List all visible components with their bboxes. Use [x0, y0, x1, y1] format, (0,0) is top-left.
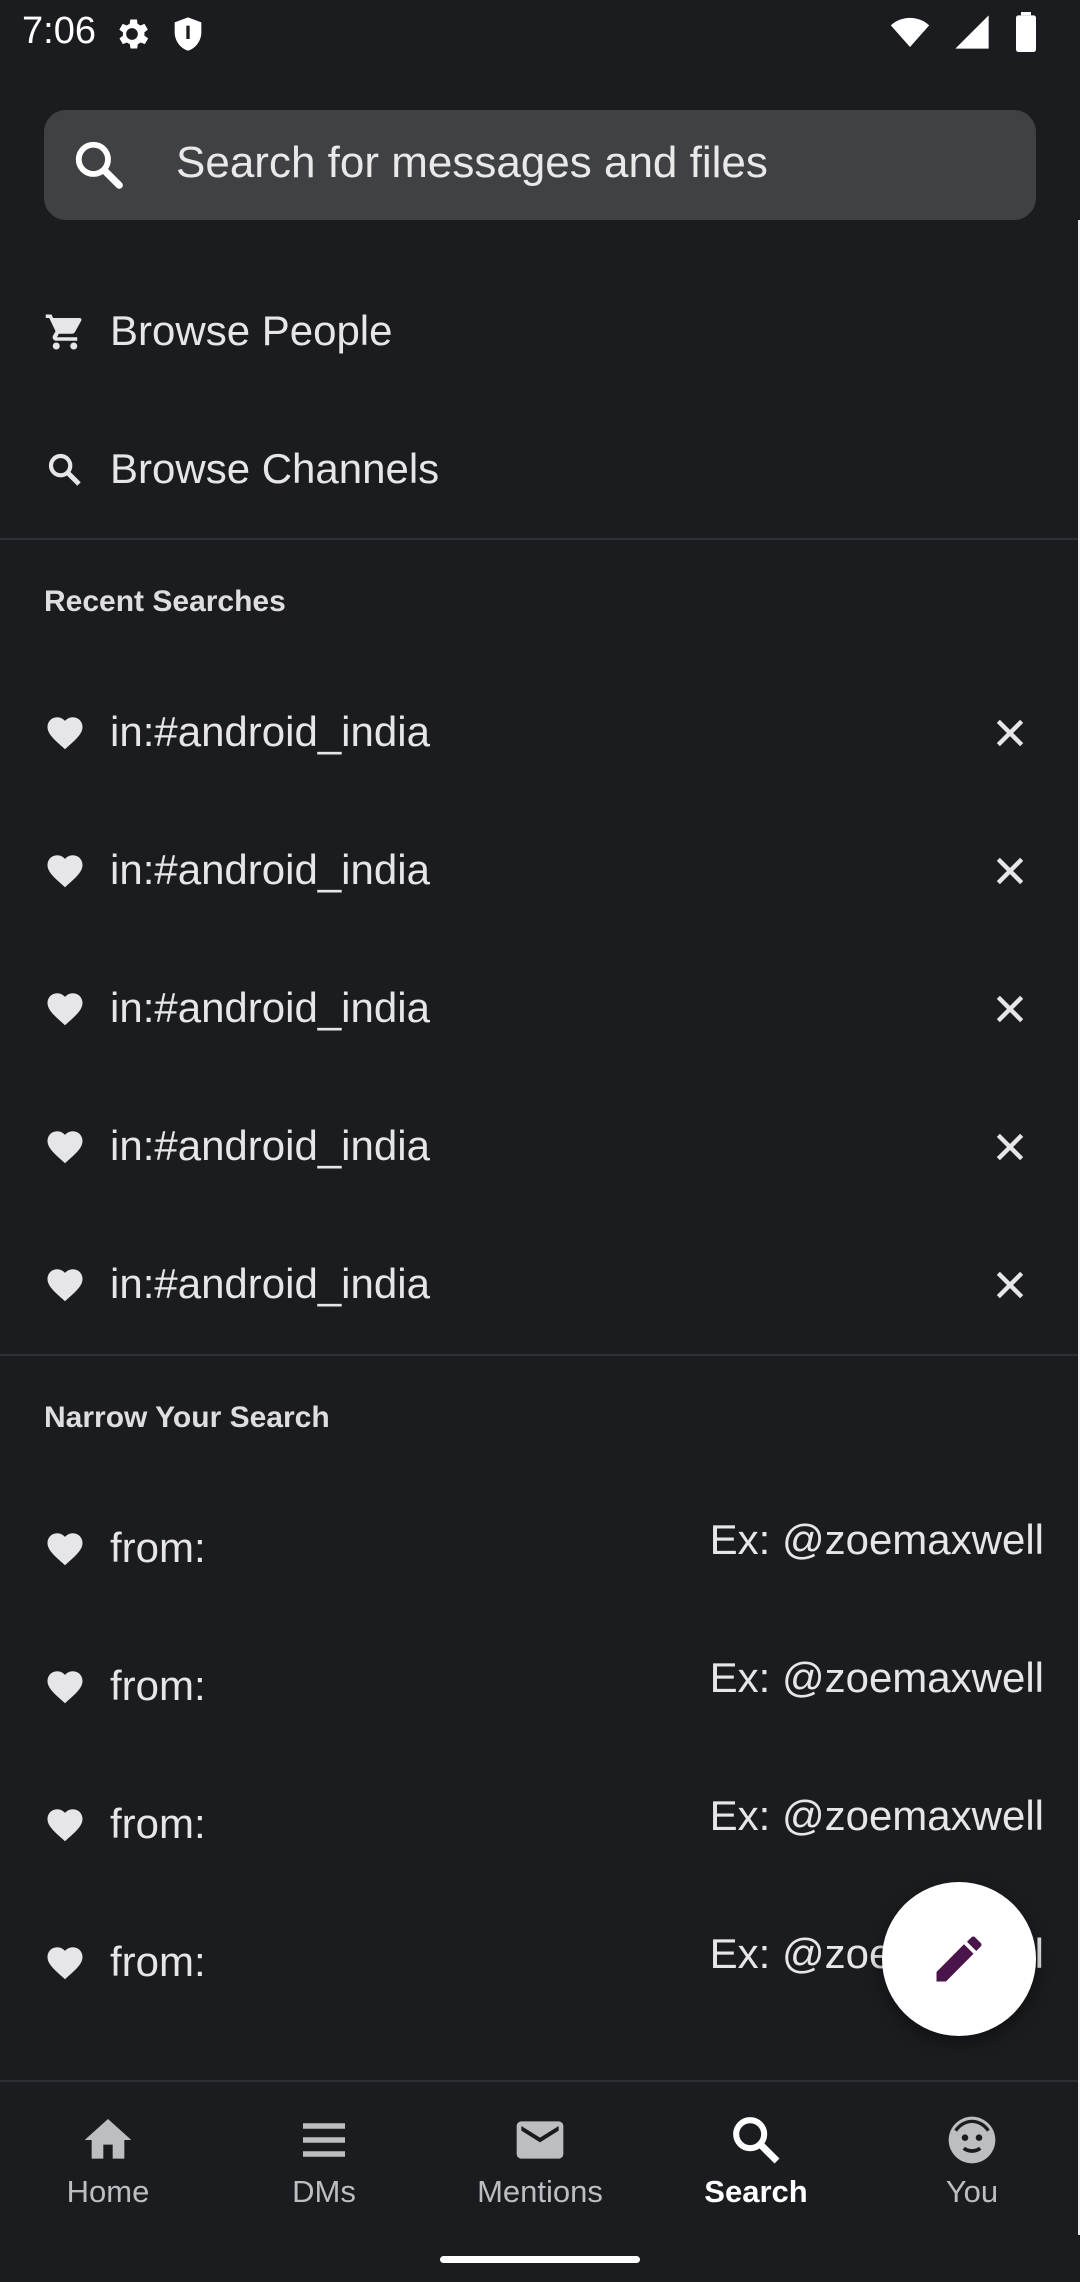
recent-search-label: in:#android_india: [110, 1260, 430, 1307]
search-icon: [75, 141, 123, 189]
close-icon[interactable]: [990, 989, 1030, 1029]
nav-dms[interactable]: DMs: [224, 2112, 424, 2210]
narrow-search-item[interactable]: from: Ex: @zoemaxwell: [0, 1756, 1078, 1894]
heart-icon: [47, 1671, 83, 1704]
heart-icon: [47, 1269, 83, 1302]
pencil-icon: [936, 1936, 982, 1982]
shield-icon: [174, 17, 202, 51]
heart-icon: [47, 717, 83, 750]
browse-people-label: Browse People: [110, 307, 393, 354]
status-bar: 7:06: [0, 0, 1080, 66]
narrow-search-label: from:: [110, 1938, 206, 1985]
compose-button[interactable]: [882, 1882, 1036, 2036]
smiley-face-icon: [948, 2116, 996, 2164]
heart-icon: [47, 993, 83, 1026]
recent-search-label: in:#android_india: [110, 984, 430, 1031]
heart-icon: [47, 1809, 83, 1842]
wifi-icon: [890, 17, 930, 47]
narrow-search-item[interactable]: from: Ex: @zoemaxwell: [0, 1618, 1078, 1756]
recent-search-item[interactable]: in:#android_india: [0, 664, 1078, 802]
heart-icon: [47, 1947, 83, 1980]
nav-mentions[interactable]: Mentions: [440, 2112, 640, 2210]
settings-gear-icon: [119, 19, 149, 49]
narrow-search-hint: Ex: @zoemaxwell: [709, 1516, 1044, 1563]
home-indicator[interactable]: [440, 2256, 640, 2263]
narrow-search-item[interactable]: from: Ex: @zoemaxwell: [0, 1480, 1078, 1618]
search-icon: [733, 2117, 780, 2164]
menu-lines-icon: [303, 2123, 345, 2157]
recent-search-item[interactable]: in:#android_india: [0, 802, 1078, 940]
narrow-search-heading: Narrow Your Search: [44, 1401, 330, 1434]
narrow-search-label: from:: [110, 1662, 206, 1709]
search-icon: [48, 453, 81, 486]
mail-icon: [516, 2121, 564, 2159]
nav-you-label: You: [945, 2174, 999, 2209]
browse-channels-row[interactable]: Browse Channels: [0, 401, 1078, 539]
nav-dms-label: DMs: [292, 2174, 356, 2209]
recent-search-item[interactable]: in:#android_india: [0, 940, 1078, 1078]
recent-search-item[interactable]: in:#android_india: [0, 1078, 1078, 1216]
divider: [0, 1354, 1078, 1356]
bottom-navigation: Home DMs Mentions Search You: [0, 2080, 1078, 2282]
heart-icon: [47, 1131, 83, 1164]
battery-icon: [1016, 12, 1036, 52]
close-icon[interactable]: [990, 851, 1030, 891]
close-icon[interactable]: [990, 713, 1030, 753]
nav-search-label: Search: [704, 2174, 808, 2209]
home-icon: [84, 2119, 132, 2159]
browse-people-row[interactable]: Browse People: [0, 263, 1078, 401]
close-icon[interactable]: [990, 1265, 1030, 1305]
status-time: 7:06: [22, 10, 96, 52]
heart-icon: [47, 855, 83, 888]
nav-you[interactable]: You: [872, 2112, 1072, 2210]
nav-home-label: Home: [66, 2174, 150, 2209]
recent-search-label: in:#android_india: [110, 708, 430, 755]
divider: [0, 538, 1078, 540]
narrow-search-hint: Ex: @zoemaxwell: [709, 1792, 1044, 1839]
search-input[interactable]: Search for messages and files: [44, 110, 1036, 220]
close-icon[interactable]: [990, 1127, 1030, 1167]
search-placeholder: Search for messages and files: [176, 138, 768, 187]
recent-searches-heading: Recent Searches: [44, 585, 286, 618]
nav-search[interactable]: Search: [656, 2112, 856, 2210]
narrow-search-label: from:: [110, 1800, 206, 1847]
recent-search-item[interactable]: in:#android_india: [0, 1216, 1078, 1354]
narrow-search-label: from:: [110, 1524, 206, 1571]
cart-icon: [45, 314, 82, 350]
browse-channels-label: Browse Channels: [110, 445, 440, 492]
recent-search-label: in:#android_india: [110, 1122, 430, 1169]
cellular-signal-icon: [955, 15, 989, 49]
nav-home[interactable]: Home: [8, 2112, 208, 2210]
heart-icon: [47, 1533, 83, 1566]
recent-search-label: in:#android_india: [110, 846, 430, 893]
narrow-search-hint: Ex: @zoemaxwell: [709, 1654, 1044, 1701]
nav-mentions-label: Mentions: [477, 2174, 603, 2209]
